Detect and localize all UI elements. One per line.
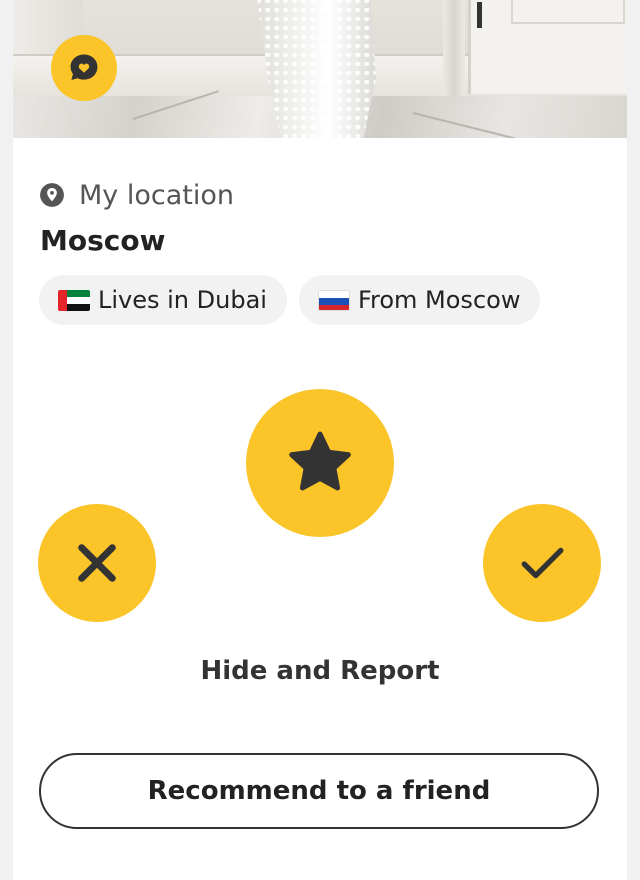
recommend-button[interactable]: Recommend to a friend	[39, 753, 599, 829]
close-icon	[78, 544, 116, 582]
checkmark-icon	[521, 547, 564, 579]
chat-heart-icon	[70, 54, 98, 81]
location-row: My location	[39, 178, 234, 212]
photo-door	[468, 0, 627, 94]
photo-door-frame	[443, 0, 465, 100]
pass-button[interactable]	[38, 504, 156, 622]
russia-flag-icon	[317, 289, 350, 311]
photo-door-hinge	[477, 2, 482, 28]
compliment-button[interactable]	[51, 35, 117, 101]
location-city: Moscow	[40, 224, 166, 257]
location-label: My location	[79, 179, 234, 211]
profile-photo[interactable]	[13, 0, 627, 138]
like-button[interactable]	[483, 504, 601, 622]
chip-lives-in: Lives in Dubai	[39, 275, 287, 325]
photo-door-panel	[511, 0, 625, 24]
chip-from: From Moscow	[298, 275, 541, 325]
badge-chips: Lives in Dubai From Moscow	[39, 275, 541, 325]
superswipe-button[interactable]	[246, 389, 394, 537]
hide-and-report-link[interactable]: Hide and Report	[13, 656, 627, 686]
chip-from-text: From Moscow	[357, 286, 521, 314]
star-icon	[289, 431, 351, 491]
location-pin-icon	[39, 182, 65, 208]
chip-lives-in-text: Lives in Dubai	[98, 286, 267, 314]
profile-card: My location Moscow Lives in Dubai From M…	[13, 0, 627, 880]
uae-flag-icon	[58, 289, 90, 311]
